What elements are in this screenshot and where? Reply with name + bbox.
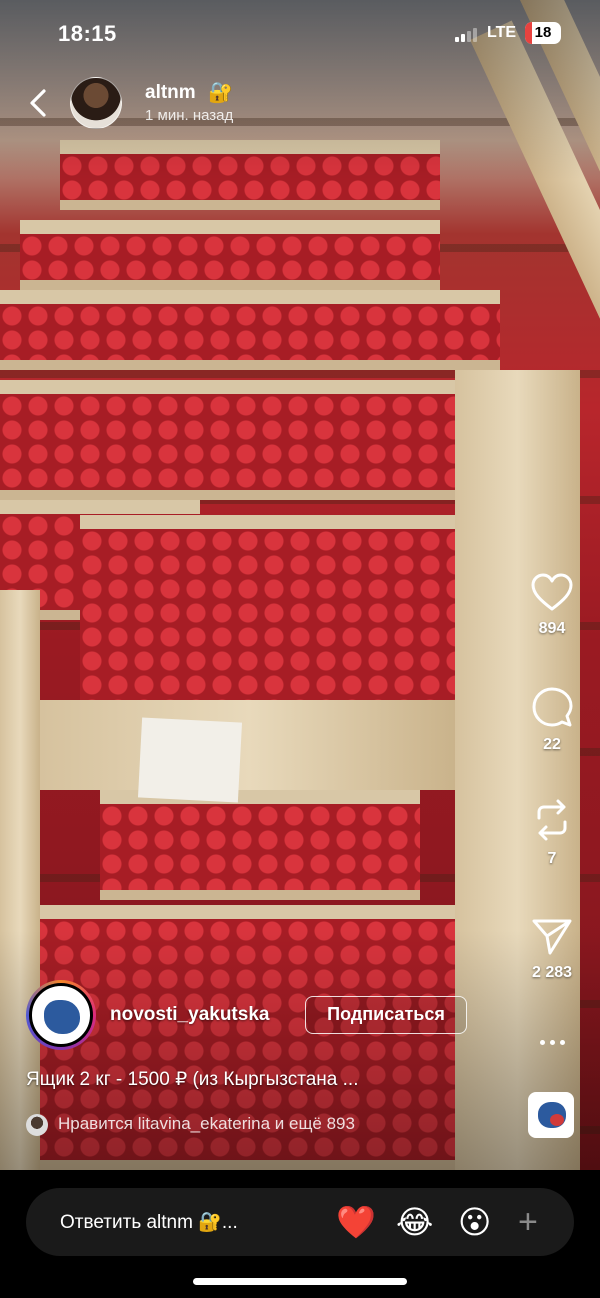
battery-level: 18 bbox=[534, 24, 552, 41]
repost-button[interactable]: 7 bbox=[522, 798, 582, 868]
like-button[interactable]: 894 bbox=[522, 572, 582, 638]
back-chevron-icon[interactable] bbox=[26, 86, 50, 120]
share-count: 2 283 bbox=[531, 964, 573, 981]
share-button[interactable]: 2 283 bbox=[522, 916, 582, 982]
network-label: LTE bbox=[487, 24, 517, 41]
more-icon[interactable] bbox=[538, 1036, 568, 1048]
story-timestamp: 1 мин. назад bbox=[145, 107, 234, 124]
comment-button[interactable]: 22 bbox=[522, 686, 582, 754]
reel-caption[interactable]: Ящик 2 кг - 1500 ₽ (из Кыргызстана ... bbox=[26, 1068, 358, 1091]
liked-by-avatar bbox=[26, 1114, 48, 1136]
audio-thumbnail[interactable] bbox=[528, 1092, 574, 1138]
heart-icon bbox=[531, 573, 573, 611]
battery-icon: 18 bbox=[525, 22, 561, 44]
status-bar: 18:15 LTE 18 bbox=[0, 0, 600, 68]
repost-count: 7 bbox=[547, 850, 557, 867]
story-avatar[interactable] bbox=[70, 77, 122, 129]
status-time: 18:15 bbox=[58, 21, 117, 46]
quick-reaction-heart[interactable]: ❤️ bbox=[336, 1202, 376, 1242]
story-username[interactable]: altnm bbox=[145, 82, 196, 104]
signal-icon bbox=[455, 28, 479, 42]
repost-icon bbox=[537, 799, 567, 841]
like-count: 894 bbox=[538, 620, 566, 637]
quick-reaction-wow[interactable]: 😮 bbox=[458, 1202, 491, 1242]
quick-reaction-laugh[interactable]: 😂 bbox=[396, 1202, 433, 1242]
liked-by-text[interactable]: Нравится litavina_ekaterina и ещё 893 bbox=[58, 1114, 355, 1134]
comment-icon bbox=[532, 687, 573, 727]
home-indicator bbox=[193, 1278, 407, 1285]
send-icon bbox=[532, 919, 572, 955]
comment-count: 22 bbox=[543, 736, 561, 753]
reel-author-avatar[interactable] bbox=[26, 980, 96, 1050]
reply-placeholder: Ответить altnm 🔐... bbox=[60, 1212, 238, 1233]
reply-field[interactable]: Ответить altnm 🔐... ❤️ 😂 😮 + bbox=[26, 1188, 574, 1256]
reel-author-username[interactable]: novosti_yakutska bbox=[110, 1004, 269, 1026]
follow-button[interactable]: Подписаться bbox=[305, 996, 467, 1034]
lock-emoji: 🔐 bbox=[208, 82, 233, 104]
plus-icon[interactable]: + bbox=[518, 1202, 538, 1242]
